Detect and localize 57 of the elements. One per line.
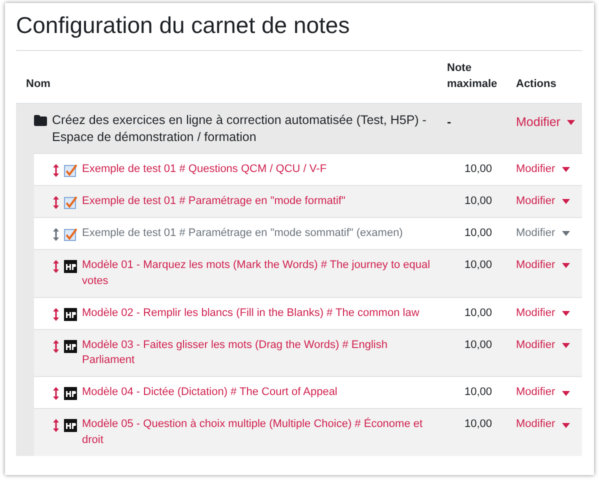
max-grade: 10,00 [464,258,492,271]
item-link[interactable]: Modèle 02 - Remplir les blancs (Fill in the Blanks) # The common law [82,306,420,322]
max-grade: 10,00 [464,338,492,351]
max-grade: 10,00 [464,386,492,398]
column-header: Nom [26,78,50,90]
move-icon[interactable] [53,228,59,241]
move-icon[interactable] [53,387,59,400]
move-icon[interactable] [53,260,59,273]
caret-icon [562,199,570,204]
caret-icon [562,390,570,396]
quiz-icon [64,164,77,177]
modify-dropdown[interactable]: Modifier [516,258,570,274]
max-grade: - [447,114,452,129]
item-link[interactable]: Modèle 04 - Dictée (Dictation) # The Court of Appeal [82,385,338,402]
max-grade: 10,00 [464,306,492,319]
h5p-icon [64,308,77,321]
quiz-icon [64,196,77,209]
column-header: Note maximale [447,62,498,90]
caret-icon [567,120,576,125]
move-icon[interactable] [53,340,59,353]
column-header: Actions [516,77,556,92]
category-name: Créez des exercices en ligne à correction automatisée (Test, H5P) - Espace de démonstration / formation [52,112,428,146]
modify-dropdown[interactable]: Modifier [516,162,570,178]
modify-dropdown[interactable]: Modifier [516,112,576,132]
item-link[interactable]: Modèle 05 - Question à choix multiple (Multiple Choice) # Économe et droit [82,417,441,450]
item-link[interactable]: Exemple de test 01 # Paramétrage en "mode formatif" [82,194,346,210]
move-icon[interactable] [53,308,59,321]
caret-icon [562,263,570,268]
modify-dropdown[interactable]: Modifier [516,194,570,210]
item-link[interactable]: Modèle 03 - Faites glisser les mots (Drag the Words) # English Parliament [82,338,441,370]
caret-icon [562,167,570,172]
modify-dropdown[interactable]: Modifier [516,306,570,322]
move-icon[interactable] [53,196,59,209]
item-link[interactable]: Modèle 01 - Marquez les mots (Mark the Words) # The journey to equal votes [82,258,441,290]
h5p-icon [64,340,77,353]
quiz-icon [64,228,77,241]
caret-icon [562,311,570,316]
modify-dropdown[interactable]: Modifier [516,417,570,434]
max-grade: 10,00 [464,162,492,175]
modify-dropdown[interactable]: Modifier [516,226,570,242]
move-icon[interactable] [53,164,59,177]
max-grade: 10,00 [464,226,492,239]
caret-icon [562,422,570,428]
item-link[interactable]: Exemple de test 01 # Paramétrage en "mode sommatif" (examen) [82,226,403,242]
h5p-icon [64,387,77,400]
folder-icon [34,114,47,126]
item-link[interactable]: Exemple de test 01 # Questions QCM / QCU / V-F [82,162,327,178]
h5p-icon [64,419,77,432]
move-icon[interactable] [53,419,59,432]
page-title: Configuration du carnet de notes [16,11,582,51]
caret-icon [562,231,570,236]
caret-icon [562,342,570,348]
max-grade: 10,00 [464,418,492,430]
h5p-icon [64,260,77,273]
modify-dropdown[interactable]: Modifier [516,385,570,402]
modify-dropdown[interactable]: Modifier [516,338,570,354]
max-grade: 10,00 [464,194,492,207]
